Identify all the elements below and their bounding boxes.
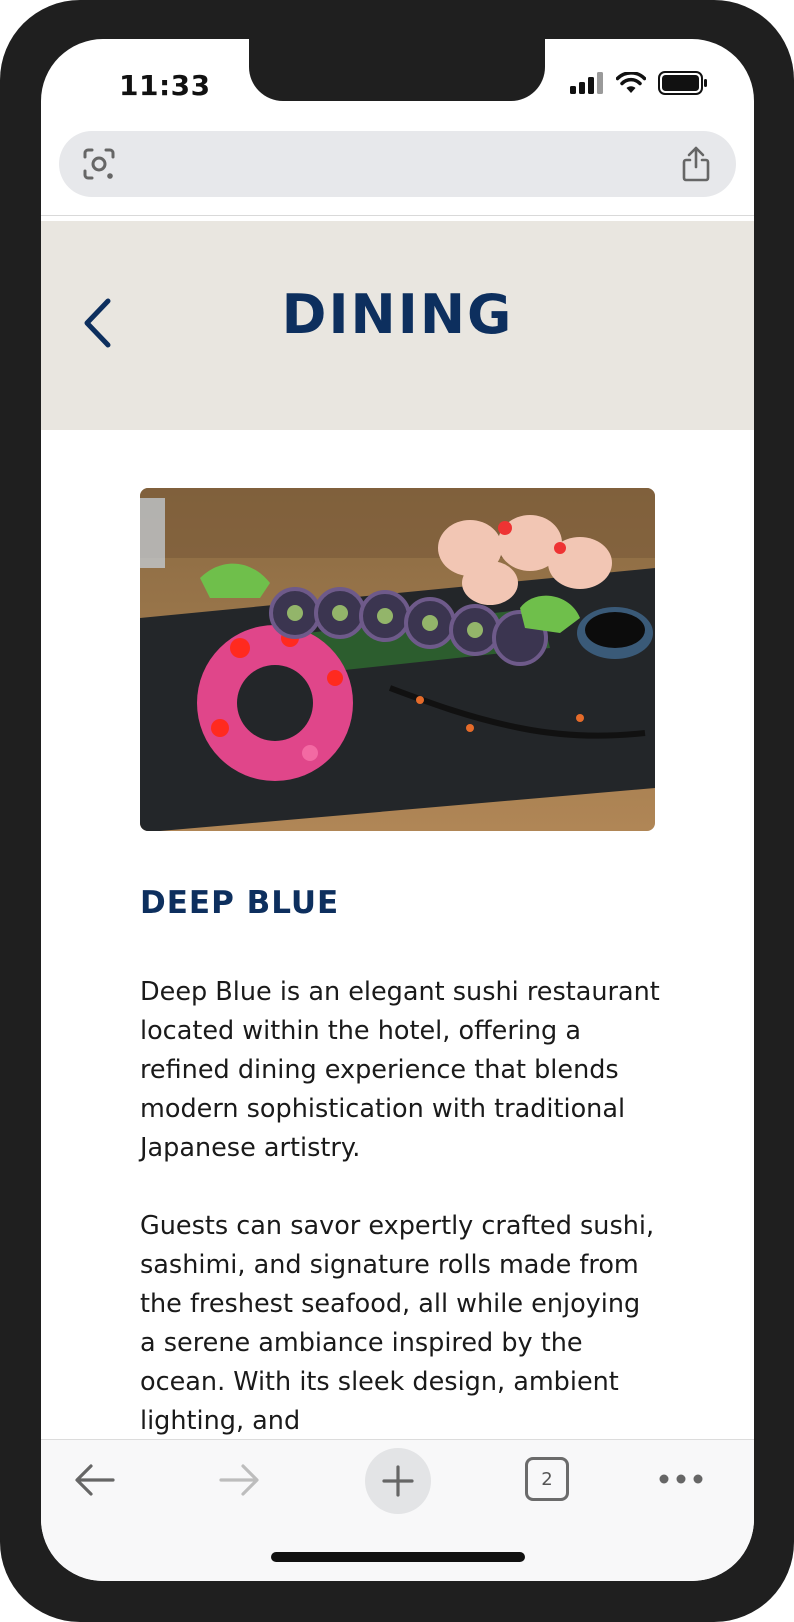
new-tab-button[interactable] xyxy=(365,1448,431,1514)
home-indicator[interactable] xyxy=(271,1552,525,1562)
visual-search-icon[interactable] xyxy=(81,147,117,181)
phone-frame: 11:33 DINING DEEP BLUE Deep Blue is an e… xyxy=(0,0,794,1622)
toolbar-divider xyxy=(41,215,754,216)
cellular-signal-icon xyxy=(570,72,603,94)
plus-icon xyxy=(382,1465,414,1497)
page-header: DINING xyxy=(41,221,754,430)
description-paragraph-2: Guests can savor expertly crafted sushi,… xyxy=(140,1211,655,1436)
status-time: 11:33 xyxy=(119,69,211,102)
address-bar[interactable] xyxy=(59,131,736,197)
arrow-left-icon[interactable] xyxy=(73,1462,117,1498)
share-icon[interactable] xyxy=(680,145,712,183)
description-paragraph-1: Deep Blue is an elegant sushi restaurant… xyxy=(140,977,660,1163)
battery-icon xyxy=(658,71,707,95)
status-icons xyxy=(570,71,708,95)
more-icon[interactable] xyxy=(659,1474,703,1484)
tab-switcher-button[interactable]: 2 xyxy=(525,1457,569,1501)
restaurant-photo xyxy=(140,488,655,831)
page-title: DINING xyxy=(281,283,514,346)
wifi-icon xyxy=(616,72,646,93)
screen: 11:33 DINING DEEP BLUE Deep Blue is an e… xyxy=(41,39,754,1581)
restaurant-name: DEEP BLUE xyxy=(140,885,340,921)
arrow-right-icon[interactable] xyxy=(217,1462,261,1498)
notch xyxy=(249,39,545,101)
